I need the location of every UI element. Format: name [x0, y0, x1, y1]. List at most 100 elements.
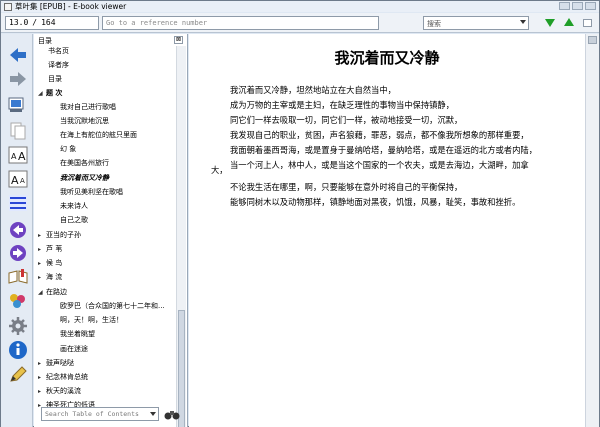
- toc-item-label: 鼓声哒哒: [46, 359, 74, 367]
- toc-item[interactable]: ▸ 亚当的子孙: [38, 230, 81, 241]
- toc-item-label: 在路边: [46, 288, 67, 296]
- close-button[interactable]: [585, 2, 596, 10]
- content-scrollbar-thumb[interactable]: [588, 36, 597, 44]
- toc-item[interactable]: 欧罗巴（合众国的第七十二年和...: [60, 301, 165, 312]
- toc-item-label: 在美国各州旅行: [60, 159, 109, 167]
- bookmarks-icon[interactable]: [7, 266, 29, 288]
- toc-item[interactable]: 幻 象: [60, 144, 76, 155]
- toc-item[interactable]: 啊，天！啊，生活！: [60, 315, 123, 326]
- toc-item-label: 纪念林肯总统: [46, 373, 88, 381]
- toc-item-label: 自己之歌: [60, 216, 88, 224]
- expand-arrow-icon[interactable]: ▸: [38, 272, 46, 283]
- app-icon: [4, 2, 12, 11]
- minimize-button[interactable]: [559, 2, 570, 10]
- toc-item[interactable]: 在美国各州旅行: [60, 158, 109, 169]
- toc-item[interactable]: 我听见美利坚在歌唱: [60, 187, 123, 198]
- toc-item-label: 书名页: [48, 47, 69, 55]
- toc-item[interactable]: ▸ 候 鸟: [38, 258, 62, 269]
- expand-arrow-icon[interactable]: ▸: [38, 372, 46, 383]
- svg-text:A: A: [18, 150, 26, 163]
- toc-item[interactable]: ◢ 题 次: [38, 88, 62, 99]
- svg-text:A: A: [11, 152, 17, 161]
- font-smaller-icon[interactable]: AA: [7, 168, 29, 190]
- toc-item[interactable]: 自己之歌: [60, 215, 88, 226]
- collapse-arrow-icon[interactable]: ◢: [38, 287, 46, 298]
- toc-item-label: 译者序: [48, 61, 69, 69]
- edit-icon[interactable]: [7, 364, 29, 386]
- toc-item[interactable]: 书名页: [48, 46, 69, 57]
- toc-item[interactable]: 译者序: [48, 60, 69, 71]
- reading-pane: 我沉着而又冷静 我沉着而又冷静，坦然地站立在大自然当中， 成为万物的主宰或是主妇，…: [189, 34, 585, 427]
- toc-item[interactable]: ▸ 纪念林肯总统: [38, 372, 88, 383]
- toc-item[interactable]: ▸ 鼓声哒哒: [38, 358, 74, 369]
- toc-item[interactable]: 我对自己进行歌唱: [60, 102, 116, 113]
- previous-page-icon[interactable]: [7, 219, 29, 241]
- find-next-icon[interactable]: [545, 19, 555, 27]
- search-options-icon[interactable]: [583, 19, 592, 27]
- toc-item-label: 啊，天！啊，生活！: [60, 316, 123, 324]
- toc-item[interactable]: ▸ 海 流: [38, 272, 62, 283]
- toc-item[interactable]: 当我沉默地沉思: [60, 116, 109, 127]
- reference-input[interactable]: Go to a reference number: [102, 16, 379, 30]
- forward-arrow-icon[interactable]: [7, 68, 29, 90]
- toc-item-label: 在海上有舵位的舷只里面: [60, 131, 137, 139]
- toc-item-label: 芦 苇: [46, 245, 63, 253]
- page-position-field[interactable]: 13.0 / 164: [5, 16, 99, 30]
- toc-item-label: 我对自己进行歌唱: [60, 103, 116, 111]
- toc-item-label: 秋天的溪流: [46, 387, 81, 395]
- page-separator: /: [32, 18, 38, 27]
- preferences-icon[interactable]: [7, 94, 29, 116]
- toc-item-label: 题 次: [46, 89, 63, 97]
- toc-search-input[interactable]: Search Table of Contents: [41, 407, 159, 421]
- ebook-viewer-window: 草叶集 [EPUB] - E-book viewer 13.0 / 164 Go…: [0, 0, 600, 427]
- toc-item-label: 画在迷途: [60, 345, 88, 353]
- chevron-down-icon[interactable]: [150, 412, 156, 416]
- table-of-contents-icon[interactable]: [7, 192, 29, 214]
- toc-item[interactable]: ◢ 在路边: [38, 287, 67, 298]
- font-larger-icon[interactable]: AA: [7, 144, 29, 166]
- poem-line: 当一个河上人，林中人，或是当这个国家的一个农夫，或是去海边，大湖畔，加拿: [230, 160, 529, 170]
- poem-line: 不论我生活在哪里，啊，只要能够在意外时将自己的平衡保持，: [230, 182, 463, 192]
- toc-item[interactable]: 目录: [48, 74, 62, 85]
- svg-text:A: A: [20, 177, 25, 185]
- toc-item[interactable]: ▸ 秋天的溪流: [38, 386, 81, 397]
- info-icon[interactable]: [7, 339, 29, 361]
- settings-icon[interactable]: [7, 315, 29, 337]
- toc-item-label: 我坐着眺望: [60, 330, 95, 338]
- expand-arrow-icon[interactable]: ▸: [38, 230, 46, 241]
- poem-line: 我发现自己的职业，贫困，声名狼藉，罪恶，弱点，都不像我所想象的那样重要，: [230, 130, 529, 140]
- maximize-button[interactable]: [572, 2, 583, 10]
- theme-icon[interactable]: [7, 290, 29, 312]
- content-scrollbar[interactable]: [585, 34, 599, 427]
- toc-item[interactable]: 画在迷途: [60, 344, 88, 355]
- expand-arrow-icon[interactable]: ▸: [38, 358, 46, 369]
- collapse-arrow-icon[interactable]: ◢: [38, 88, 46, 99]
- search-input[interactable]: 搜索: [423, 16, 529, 30]
- poem-line: 大，: [211, 165, 228, 175]
- toc-item[interactable]: 我坐着眺望: [60, 329, 95, 340]
- toc-item[interactable]: 未来诗人: [60, 201, 88, 212]
- page-total: 164: [41, 18, 56, 27]
- toc-item[interactable]: 在海上有舵位的舷只里面: [60, 130, 137, 141]
- toc-item-label: 未来诗人: [60, 202, 88, 210]
- svg-text:A: A: [11, 174, 19, 187]
- toc-scrollbar[interactable]: [176, 46, 186, 427]
- binoculars-icon[interactable]: [164, 408, 180, 420]
- expand-arrow-icon[interactable]: ▸: [38, 244, 46, 255]
- chevron-down-icon[interactable]: [520, 20, 526, 24]
- toc-item-label: 候 鸟: [46, 259, 63, 267]
- top-toolbar: 13.0 / 164 Go to a reference number 搜索: [1, 13, 599, 33]
- toc-close-button[interactable]: ⊠: [174, 36, 183, 44]
- toc-item[interactable]: ▸ 芦 苇: [38, 244, 62, 255]
- copy-icon[interactable]: [7, 120, 29, 142]
- toc-item-label: 我听见美利坚在歌唱: [60, 188, 123, 196]
- expand-arrow-icon[interactable]: ▸: [38, 258, 46, 269]
- toc-header: 目录: [38, 37, 52, 45]
- toc-item[interactable]: 我沉着而又冷静: [60, 173, 109, 184]
- expand-arrow-icon[interactable]: ▸: [38, 386, 46, 397]
- find-previous-icon[interactable]: [564, 18, 574, 26]
- toc-item-label: 我沉着而又冷静: [60, 174, 109, 182]
- toc-search-placeholder: Search Table of Contents: [45, 410, 139, 418]
- next-page-icon[interactable]: [7, 242, 29, 264]
- back-arrow-icon[interactable]: [7, 44, 29, 66]
